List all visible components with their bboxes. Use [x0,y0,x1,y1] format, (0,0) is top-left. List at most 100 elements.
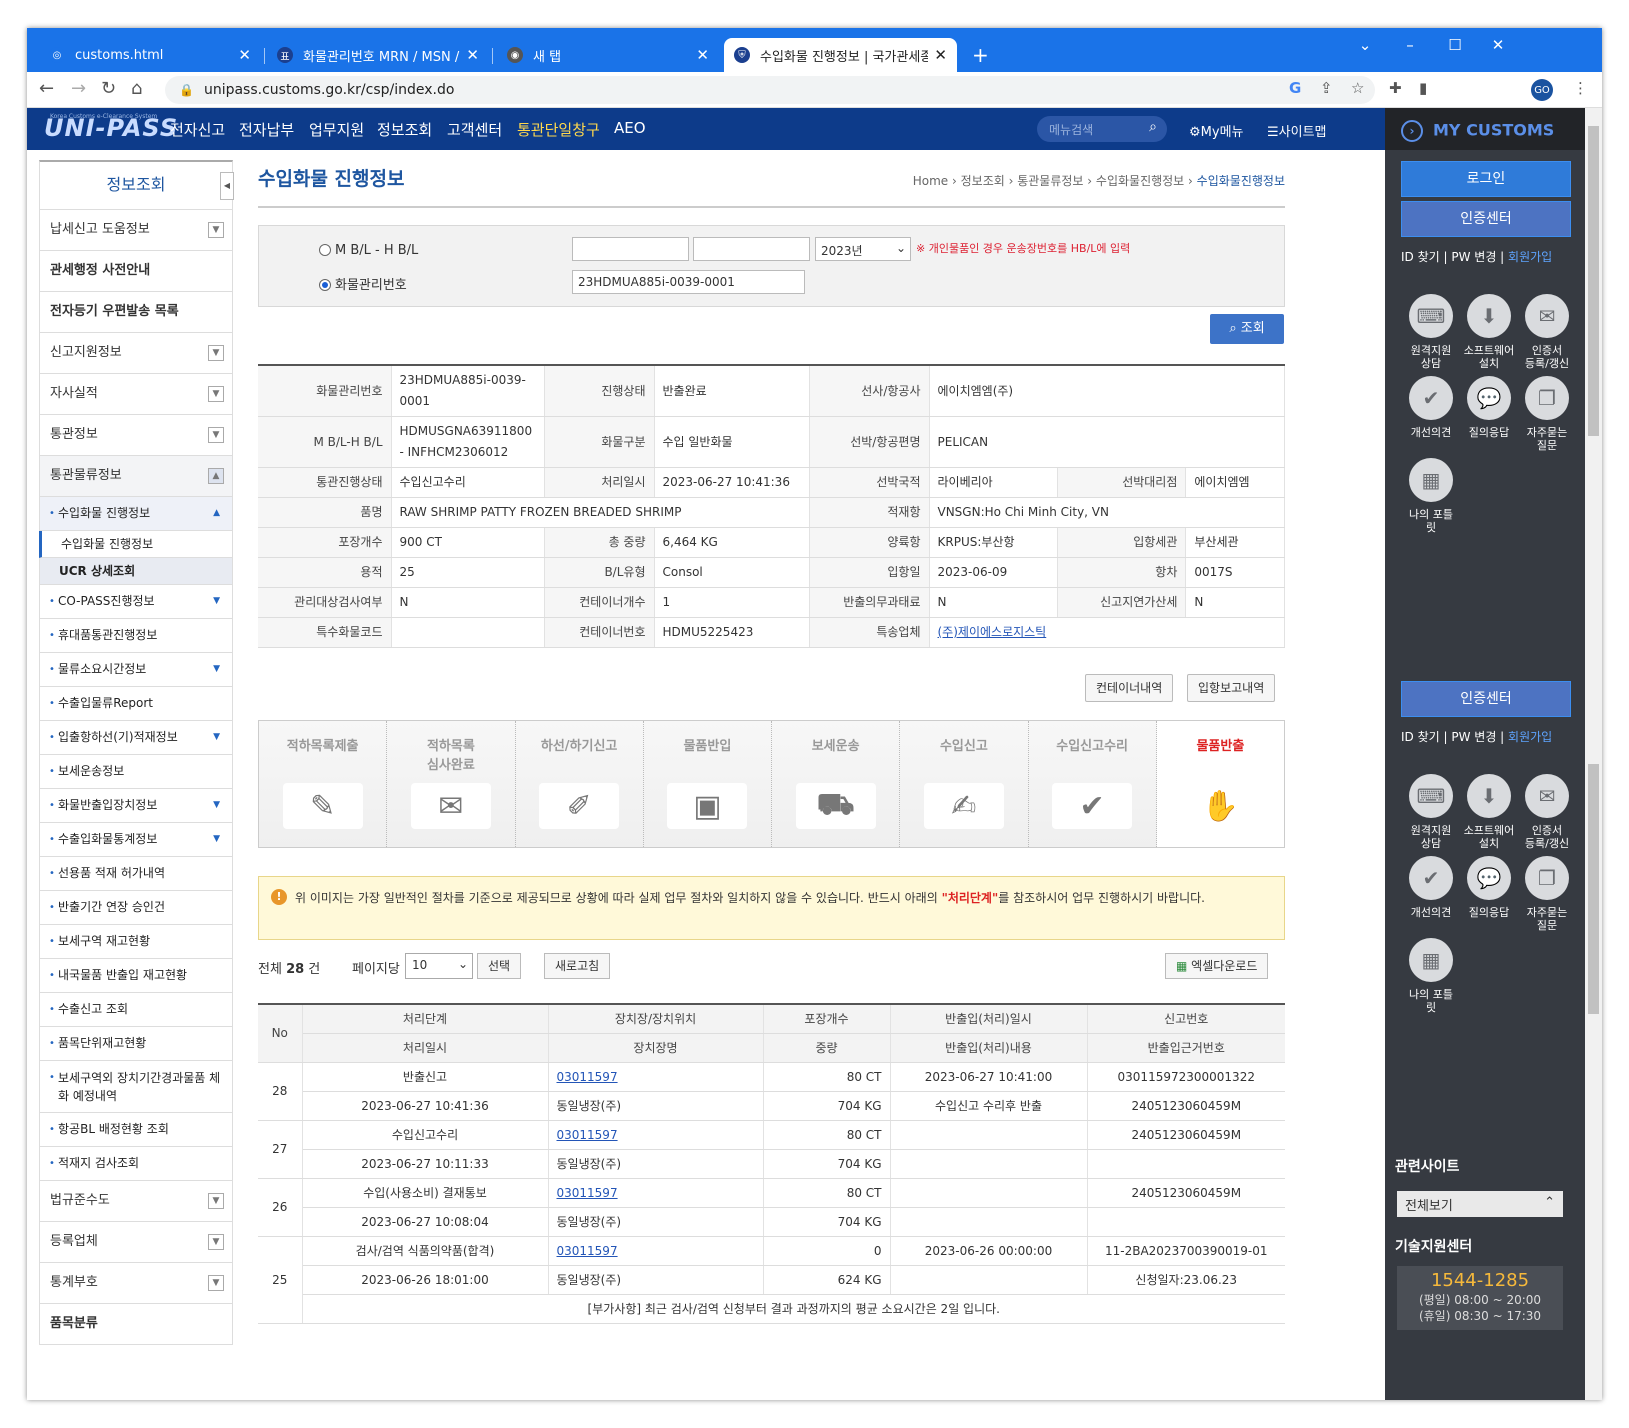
top-menu-3[interactable]: 업무지원 [309,119,364,140]
browser-tab-3[interactable]: ◉ 새 탭 ✕ [497,38,719,72]
related-sites-select[interactable]: 전체보기 ⌃ [1397,1191,1563,1217]
cert-center-button[interactable]: 인증센터 [1401,201,1571,237]
left-nav-sub-item[interactable]: 품목단위재고현황 [39,1027,233,1061]
chevron-up-icon[interactable]: ▲ [208,468,224,484]
chevron-down-icon[interactable]: ▼ [208,427,224,443]
breadcrumb-item[interactable]: 통관물류정보 [1017,174,1083,188]
left-nav-sub-item[interactable]: 수출입물류Report [39,687,233,721]
select-button[interactable]: 선택 [477,953,522,979]
join-link-2[interactable]: 회원가입 [1508,730,1552,744]
more-menu-icon[interactable]: ⋮ [1573,79,1588,97]
reload-icon[interactable]: ↻ [101,78,116,99]
warehouse-code[interactable]: 03011597 [548,1062,764,1092]
close-tab-icon[interactable]: ✕ [466,46,479,64]
mbl-input[interactable] [572,237,689,261]
left-nav-sub-item[interactable]: 휴대품통관진행정보 [39,619,233,653]
radio-bl-circle[interactable] [319,244,331,256]
chevron-right-icon[interactable]: › [1401,120,1423,142]
join-link[interactable]: 회원가입 [1508,250,1552,264]
search-icon[interactable]: ⌕ [1149,119,1157,135]
side-panel-icon[interactable]: ▮ [1419,79,1427,97]
chevron-down-icon[interactable]: ▼ [208,1234,224,1250]
quick-link[interactable]: ✔ 개선의견 [1401,376,1461,439]
left-nav-item[interactable]: 자사실적 ▼ [39,374,233,415]
left-nav-child[interactable]: UCR 상세조회 [39,558,233,585]
pw-change-link-2[interactable]: PW 변경 [1451,730,1496,744]
unipass-logo[interactable]: Korea Customs e-Clearance System UNI-PASS [44,113,178,142]
warehouse-code[interactable]: 03011597 [548,1120,764,1150]
minimize-icon[interactable]: – [1395,36,1425,54]
breadcrumb-item[interactable]: 수입화물진행정보 [1197,174,1285,188]
quick-link[interactable]: ✉ 인증서 등록/갱신 [1517,774,1577,850]
page-scrollbar[interactable] [1585,108,1602,1400]
breadcrumb-item[interactable]: 수입화물진행정보 [1096,174,1184,188]
left-nav-sub-item[interactable]: 수출입화물통계정보 ▼ [39,823,233,857]
left-nav-sub-item[interactable]: 수입화물 진행정보 ▲ [39,497,233,531]
home-icon[interactable]: ⌂ [131,78,142,99]
courier-link[interactable]: (주)제이에스로지스틱 [938,625,1047,639]
quick-link[interactable]: ⬇ 소프트웨어 설치 [1459,294,1519,370]
left-nav-sub-item[interactable]: 보세구역 재고현황 [39,925,233,959]
tab-search-icon[interactable]: ⌄ [1350,36,1380,54]
left-nav-sub-item[interactable]: CO-PASS진행정보 ▼ [39,585,233,619]
quick-link[interactable]: ▦ 나의 포틀 릿 [1401,938,1461,1014]
container-detail-button[interactable]: 컨테이너내역 [1085,674,1174,702]
breadcrumb-item[interactable]: Home [913,174,948,188]
hbl-input[interactable] [693,237,810,261]
top-menu-1[interactable]: 전자신고 [170,119,225,140]
browser-tab-4[interactable]: ⛨ 수입화물 진행정보 | 국가관세종합정보망 ✕ [724,38,957,72]
menu-search-input[interactable]: 메뉴검색 ⌕ [1037,116,1167,142]
quick-link[interactable]: ▦ 나의 포틀 릿 [1401,458,1461,534]
radio-cargo-no[interactable]: 화물관리번호 [319,274,407,293]
warehouse-link[interactable]: 03011597 [557,1186,618,1200]
left-nav-item[interactable]: 관세행정 사전안내 [39,251,233,292]
left-nav-sub-item[interactable]: 화물반출입장치정보 ▼ [39,789,233,823]
warehouse-link[interactable]: 03011597 [557,1244,618,1258]
scroll-thumb-2[interactable] [1588,764,1599,1014]
chevron-down-icon[interactable]: ▼ [208,1193,224,1209]
scroll-thumb[interactable] [1588,126,1599,436]
my-menu-link[interactable]: ⚙My메뉴 [1189,121,1244,140]
left-nav-item[interactable]: 전자등기 우편발송 목록 [39,292,233,333]
cert-center-button-2[interactable]: 인증센터 [1401,681,1571,717]
left-nav-item[interactable]: 납세신고 도움정보 ▼ [39,210,233,251]
left-nav-item[interactable]: 신고지원정보 ▼ [39,333,233,374]
chevron-down-icon[interactable]: ▼ [208,1275,224,1291]
left-nav-sub-item[interactable]: 입출항하선(기)적재정보 ▼ [39,721,233,755]
back-icon[interactable]: ← [39,78,54,99]
quick-link[interactable]: 💬 질의응답 [1459,376,1519,439]
forward-icon[interactable]: → [71,78,86,99]
left-nav-sub-item[interactable]: 보세구역외 장치기간경과물품 체화 예정내역 [39,1061,233,1113]
quick-link[interactable]: ⬇ 소프트웨어 설치 [1459,774,1519,850]
profile-avatar[interactable]: GO [1531,79,1553,101]
left-nav-item[interactable]: 법규준수도 ▼ [39,1181,233,1222]
url-field[interactable]: 🔒 unipass.customs.go.kr/csp/index.do [165,76,1375,104]
quick-link[interactable]: ✔ 개선의견 [1401,856,1461,919]
left-nav-item[interactable]: 품목분류 [39,1304,233,1345]
left-nav-item[interactable]: 통관물류정보 ▲ [39,456,233,497]
login-button[interactable]: 로그인 [1401,161,1571,197]
close-window-icon[interactable]: ✕ [1483,36,1513,54]
quick-link[interactable]: 💬 질의응답 [1459,856,1519,919]
quick-link[interactable]: ✉ 인증서 등록/갱신 [1517,294,1577,370]
left-nav-sub-item[interactable]: 물류소요시간정보 ▼ [39,653,233,687]
collapse-nav-icon[interactable]: ◀ [220,172,234,200]
top-menu-2[interactable]: 전자납부 [239,119,294,140]
pw-change-link[interactable]: PW 변경 [1451,250,1496,264]
quick-link[interactable]: ❐ 자주묻는 질문 [1517,856,1577,932]
chevron-down-icon[interactable]: ▼ [208,345,224,361]
arrival-report-button[interactable]: 입항보고내역 [1187,674,1276,702]
bookmark-star-icon[interactable]: ☆ [1351,79,1364,97]
left-nav-sub-item[interactable]: 수출신고 조회 [39,993,233,1027]
quick-link[interactable]: ⌨ 원격지원 상담 [1401,774,1461,850]
id-find-link-2[interactable]: ID 찾기 [1401,730,1440,744]
left-nav-item[interactable]: 등록업체 ▼ [39,1222,233,1263]
breadcrumb-item[interactable]: 정보조회 [961,174,1005,188]
quick-link[interactable]: ⌨ 원격지원 상담 [1401,294,1461,370]
year-select[interactable]: 2023년 ⌄ [815,237,911,261]
chevron-down-icon[interactable]: ▼ [208,222,224,238]
radio-bl[interactable]: M B/L - H B/L [319,243,418,258]
quick-link[interactable]: ❐ 자주묻는 질문 [1517,376,1577,452]
top-menu-4[interactable]: 정보조회 [377,119,432,140]
close-tab-icon[interactable]: ✕ [696,46,709,64]
